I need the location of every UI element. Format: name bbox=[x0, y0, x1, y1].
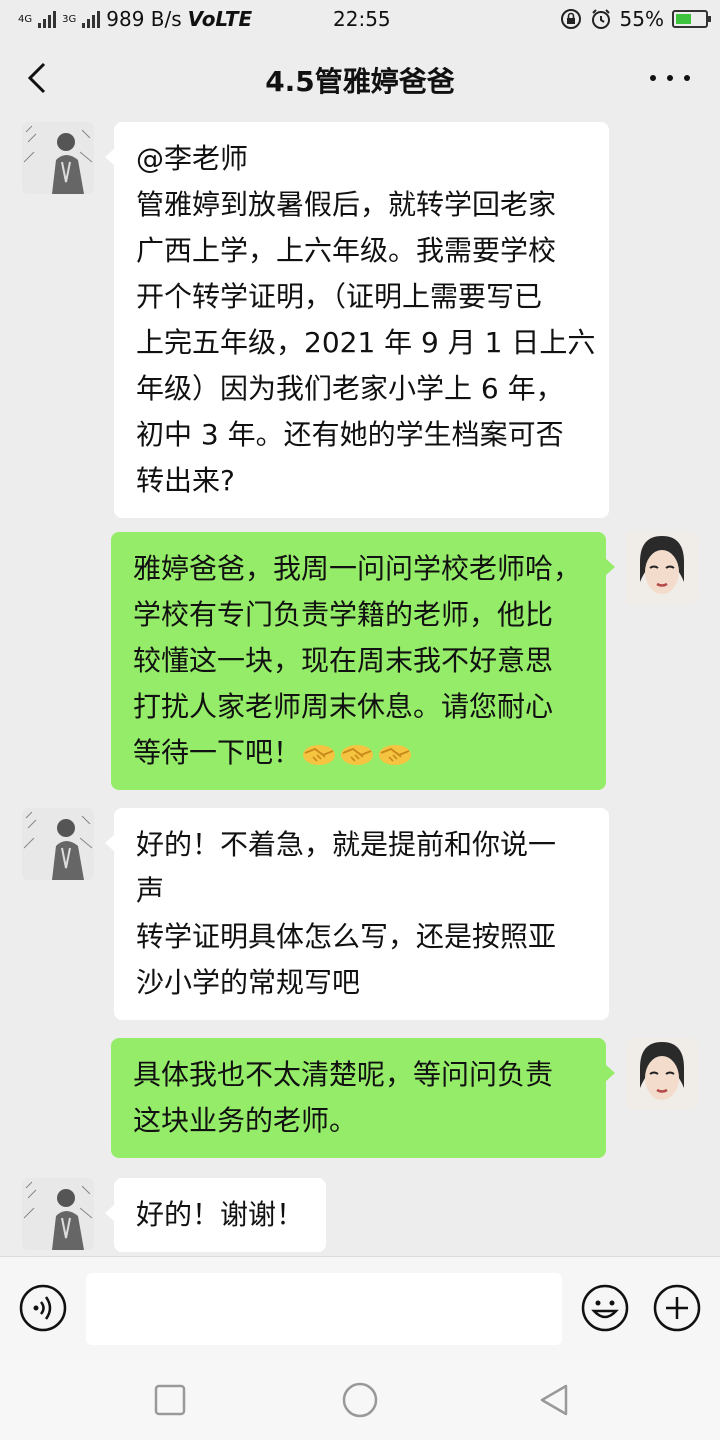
signal-icon-2 bbox=[82, 10, 101, 28]
message-line: 转学证明具体怎么写，还是按照亚 bbox=[136, 920, 557, 953]
message-line: 转出来? bbox=[136, 464, 235, 497]
message-line: 沙小学的常规写吧 bbox=[136, 966, 361, 999]
handshake-icon bbox=[341, 745, 374, 765]
battery-icon bbox=[672, 10, 711, 28]
message-line: 这块业务的老师。 bbox=[133, 1104, 358, 1137]
my-avatar[interactable] bbox=[626, 532, 698, 604]
handshake-icon bbox=[303, 745, 336, 765]
message-line: 年级）因为我们老家小学上 6 年， bbox=[136, 372, 564, 405]
outgoing-message-1: 雅婷爸爸，我周一问问学校老师哈， 学校有专门负责学籍的老师，他比 较懂这一块，现… bbox=[111, 532, 615, 790]
message-line: @李老师 bbox=[136, 142, 249, 175]
contact-avatar[interactable] bbox=[22, 122, 94, 194]
message-line: 初中 3 年。还有她的学生档案可否 bbox=[136, 418, 564, 451]
network-4g-label: 4G bbox=[18, 13, 33, 25]
more-dots-icon[interactable] bbox=[650, 66, 690, 90]
contact-avatar[interactable] bbox=[22, 808, 94, 880]
status-bar: 4G 3G 989 B/s VoLTE 22:55 55% bbox=[0, 0, 720, 36]
message-line: 声 bbox=[136, 874, 165, 907]
message-line: 管雅婷到放暑假后，就转学回老家 bbox=[136, 188, 557, 221]
square-icon[interactable] bbox=[154, 1382, 186, 1418]
lock-rotation-icon bbox=[560, 9, 581, 29]
message-line: 学校有专门负责学籍的老师，他比 bbox=[133, 598, 554, 631]
alarm-icon bbox=[591, 9, 610, 29]
network-3g-label: 3G bbox=[62, 13, 77, 25]
signal-icon bbox=[38, 10, 57, 28]
message-line: 好的！谢谢！ bbox=[136, 1198, 305, 1231]
handshake-icon bbox=[379, 745, 412, 765]
message-line: 开个转学证明，（证明上需要写已 bbox=[136, 280, 543, 313]
chat-title: 4.5管雅婷爸爸 bbox=[265, 65, 455, 98]
outgoing-message-2: 具体我也不太清楚呢，等问问负责 这块业务的老师。 bbox=[111, 1038, 615, 1158]
message-line: 广西上学，上六年级。我需要学校 bbox=[136, 234, 557, 267]
triangle-back-icon[interactable] bbox=[536, 1382, 572, 1418]
emoji-row bbox=[301, 739, 413, 769]
plus-icon[interactable] bbox=[652, 1283, 702, 1333]
network-speed: 989 B/s bbox=[106, 7, 182, 31]
status-left: 4G 3G 989 B/s VoLTE bbox=[18, 7, 252, 31]
message-line: 雅婷爸爸，我周一问问学校老师哈， bbox=[133, 552, 582, 585]
system-navigation-bar bbox=[0, 1360, 720, 1440]
incoming-message-2: 好的！不着急，就是提前和你说一 声 转学证明具体怎么写，还是按照亚 沙小学的常规… bbox=[105, 808, 609, 1020]
volte-label: VoLTE bbox=[187, 7, 253, 31]
incoming-message-3: 好的！谢谢！ bbox=[104, 1178, 327, 1252]
message-line: 打扰人家老师周末休息。请您耐心 bbox=[133, 690, 554, 723]
my-avatar[interactable] bbox=[626, 1038, 698, 1110]
message-input[interactable] bbox=[86, 1273, 562, 1345]
message-line: 上完五年级，2021 年 9 月 1 日上六 bbox=[136, 326, 596, 359]
chat-header: 4.5管雅婷爸爸 bbox=[0, 36, 720, 120]
message-line-with-emoji: 等待一下吧！ bbox=[133, 730, 584, 776]
input-bar bbox=[0, 1256, 720, 1360]
battery-percent: 55% bbox=[619, 7, 664, 31]
status-right: 55% bbox=[560, 7, 711, 31]
emoji-icon[interactable] bbox=[580, 1283, 630, 1333]
message-text: 等待一下吧！ bbox=[133, 736, 302, 769]
message-line: 较懂这一块，现在周末我不好意思 bbox=[133, 644, 554, 677]
contact-avatar[interactable] bbox=[22, 1178, 94, 1250]
chat-messages[interactable]: @李老师 管雅婷到放暑假后，就转学回老家 广西上学，上六年级。我需要学校 开个转… bbox=[0, 120, 720, 1256]
message-line: 好的！不着急，就是提前和你说一 bbox=[136, 828, 557, 861]
voice-icon[interactable] bbox=[18, 1283, 68, 1333]
message-line: 具体我也不太清楚呢，等问问负责 bbox=[133, 1058, 554, 1091]
clock: 22:55 bbox=[333, 7, 391, 31]
circle-icon[interactable] bbox=[340, 1382, 380, 1422]
incoming-message-1: @李老师 管雅婷到放暑假后，就转学回老家 广西上学，上六年级。我需要学校 开个转… bbox=[105, 122, 609, 518]
